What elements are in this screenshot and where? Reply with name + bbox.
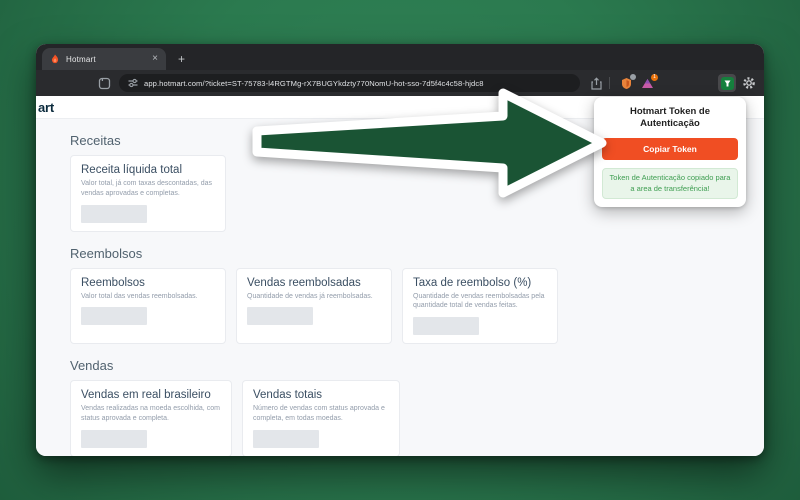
card-description: Vendas realizadas na moeda escolhida, co… xyxy=(81,404,221,424)
copy-token-button[interactable]: Copiar Token xyxy=(602,138,738,160)
tab-title: Hotmart xyxy=(66,55,146,64)
hotmart-logo-partial: art xyxy=(38,100,54,115)
toolbar-divider xyxy=(609,77,610,89)
card-title: Vendas reembolsadas xyxy=(247,277,381,289)
section-title-reembolsos: Reembolsos xyxy=(70,246,764,261)
browser-tab-strip: Hotmart × + xyxy=(36,44,764,70)
hotmart-favicon-flame-icon xyxy=(50,54,60,65)
card-title: Taxa de reembolso (%) xyxy=(413,277,547,289)
extension-badge-dot xyxy=(630,74,636,80)
redacted-value-placeholder xyxy=(413,317,479,335)
card-description: Quantidade de vendas reembolsadas pela q… xyxy=(413,292,547,312)
card-receita-liquida-total: Receita líquida total Valor total, já co… xyxy=(70,155,226,232)
popup-title: Hotmart Token de Autenticação xyxy=(602,106,738,131)
card-description: Quantidade de vendas já reembolsadas. xyxy=(247,292,381,302)
extension-triangle-icon[interactable]: 1 xyxy=(641,77,654,90)
redacted-value-placeholder xyxy=(247,307,313,325)
tab-close-icon[interactable]: × xyxy=(152,54,158,64)
site-settings-tune-icon[interactable] xyxy=(128,78,138,88)
card-description: Número de vendas com status aprovada e c… xyxy=(253,404,389,424)
extension-badge-count: 1 xyxy=(651,74,658,81)
new-tab-button[interactable]: + xyxy=(178,52,185,66)
card-title: Receita líquida total xyxy=(81,164,215,176)
redacted-value-placeholder xyxy=(81,205,147,223)
hotmart-extension-glyph xyxy=(721,77,734,90)
card-vendas-em-real-brasileiro: Vendas em real brasileiro Vendas realiza… xyxy=(70,380,232,456)
redacted-value-placeholder xyxy=(81,307,147,325)
copy-success-message: Token de Autenticação copiado para a are… xyxy=(602,168,738,200)
gear-icon[interactable] xyxy=(742,76,756,90)
extension-popup: Hotmart Token de Autenticação Copiar Tok… xyxy=(594,97,746,207)
desktop-background: Hotmart × + xyxy=(0,0,800,500)
card-description: Valor total, já com taxas descontadas, d… xyxy=(81,179,215,199)
redacted-value-placeholder xyxy=(253,430,319,448)
card-title: Reembolsos xyxy=(81,277,215,289)
tab-hotmart[interactable]: Hotmart × xyxy=(42,48,166,70)
hotmart-token-extension-icon[interactable] xyxy=(718,74,736,92)
card-vendas-totais: Vendas totais Número de vendas com statu… xyxy=(242,380,400,456)
card-title: Vendas totais xyxy=(253,389,389,401)
share-icon[interactable] xyxy=(590,77,603,90)
card-reembolsos: Reembolsos Valor total das vendas reembo… xyxy=(70,268,226,345)
extension-shield-icon[interactable] xyxy=(620,77,633,90)
section-title-vendas: Vendas xyxy=(70,358,764,373)
card-row-vendas: Vendas em real brasileiro Vendas realiza… xyxy=(70,380,764,456)
card-vendas-reembolsadas: Vendas reembolsadas Quantidade de vendas… xyxy=(236,268,392,345)
url-text: app.hotmart.com/?ticket=ST-75783-l4RGTMg… xyxy=(144,79,484,88)
redacted-value-placeholder xyxy=(81,430,147,448)
url-bar[interactable]: app.hotmart.com/?ticket=ST-75783-l4RGTMg… xyxy=(119,74,580,92)
card-taxa-de-reembolso: Taxa de reembolso (%) Quantidade de vend… xyxy=(402,268,558,345)
card-description: Valor total das vendas reembolsadas. xyxy=(81,292,215,302)
card-row-reembolsos: Reembolsos Valor total das vendas reembo… xyxy=(70,268,764,345)
reading-list-icon[interactable] xyxy=(98,77,111,90)
browser-toolbar: app.hotmart.com/?ticket=ST-75783-l4RGTMg… xyxy=(36,70,764,96)
card-title: Vendas em real brasileiro xyxy=(81,389,221,401)
